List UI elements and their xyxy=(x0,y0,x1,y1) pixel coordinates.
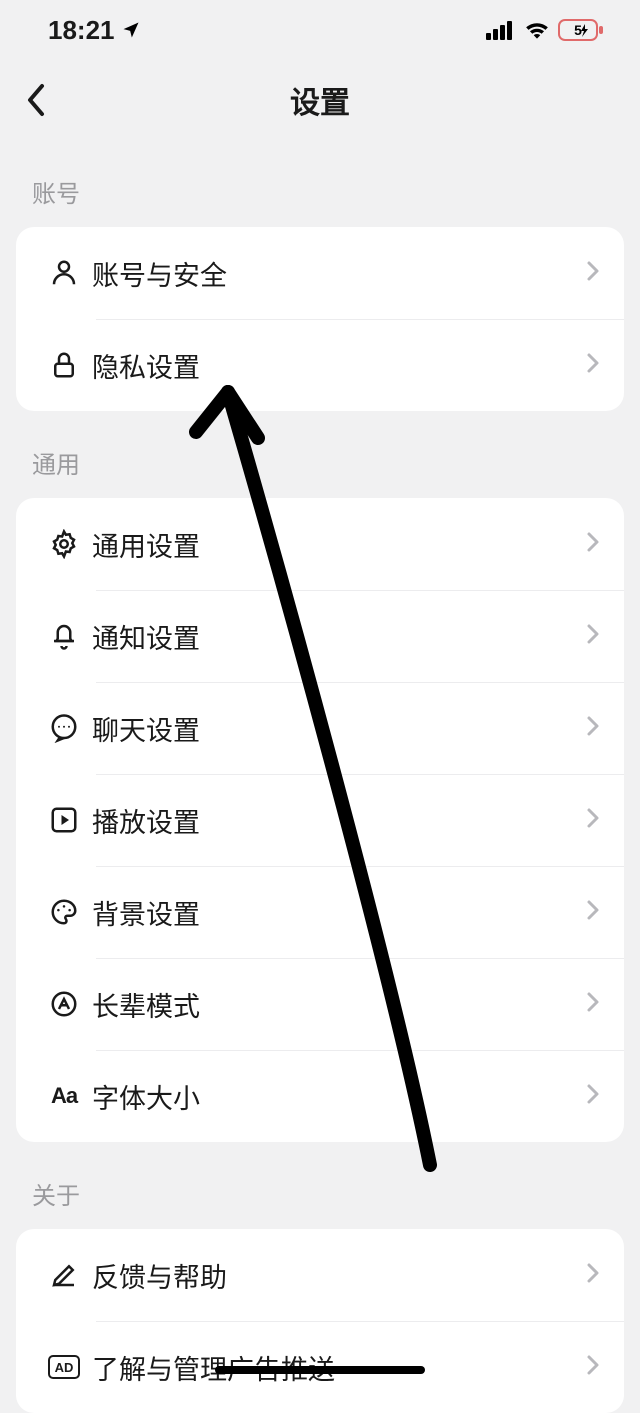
play-icon xyxy=(36,805,92,835)
cellular-icon xyxy=(486,20,516,40)
row-general[interactable]: 通用设置 xyxy=(16,498,624,590)
row-label: 隐私设置 xyxy=(92,346,586,385)
row-label: 聊天设置 xyxy=(92,709,586,748)
svg-text:AD: AD xyxy=(55,1360,74,1375)
row-background[interactable]: 背景设置 xyxy=(16,866,624,958)
row-font-size[interactable]: Aa 字体大小 xyxy=(16,1050,624,1142)
nav-header: 设置 xyxy=(0,60,640,140)
row-account-security[interactable]: 账号与安全 xyxy=(16,227,624,319)
user-icon xyxy=(36,258,92,288)
chevron-right-icon xyxy=(586,1082,600,1111)
row-label: 账号与安全 xyxy=(92,254,586,293)
row-elder-mode[interactable]: 长辈模式 xyxy=(16,958,624,1050)
chat-icon xyxy=(36,713,92,743)
home-indicator xyxy=(215,1366,425,1374)
chevron-right-icon xyxy=(586,714,600,743)
chevron-right-icon xyxy=(586,259,600,288)
chevron-right-icon xyxy=(586,530,600,559)
row-privacy[interactable]: 隐私设置 xyxy=(16,319,624,411)
svg-text:5: 5 xyxy=(574,22,582,38)
chevron-right-icon xyxy=(586,898,600,927)
row-label: 长辈模式 xyxy=(92,985,586,1024)
battery-icon: 5 xyxy=(558,19,604,41)
chevron-left-icon xyxy=(24,82,46,118)
location-icon xyxy=(121,20,141,40)
chevron-right-icon xyxy=(586,1261,600,1290)
pencil-icon xyxy=(36,1260,92,1290)
chevron-right-icon xyxy=(586,806,600,835)
bell-icon xyxy=(36,621,92,651)
wifi-icon xyxy=(524,20,550,40)
page-title: 设置 xyxy=(0,78,640,122)
chevron-right-icon xyxy=(586,990,600,1019)
gear-icon xyxy=(36,529,92,559)
row-label: 字体大小 xyxy=(92,1077,586,1116)
row-label: 通用设置 xyxy=(92,525,586,564)
elder-icon xyxy=(36,989,92,1019)
card-about: 反馈与帮助 AD 了解与管理广告推送 xyxy=(16,1229,624,1413)
card-general: 通用设置 通知设置 聊天设置 播放设置 背景设置 长辈模式 xyxy=(16,498,624,1142)
chevron-right-icon xyxy=(586,1353,600,1382)
section-label-general: 通用 xyxy=(0,411,640,498)
card-account: 账号与安全 隐私设置 xyxy=(16,227,624,411)
section-label-account: 账号 xyxy=(0,140,640,227)
section-label-about: 关于 xyxy=(0,1142,640,1229)
row-feedback[interactable]: 反馈与帮助 xyxy=(16,1229,624,1321)
row-chat[interactable]: 聊天设置 xyxy=(16,682,624,774)
row-playback[interactable]: 播放设置 xyxy=(16,774,624,866)
row-label: 播放设置 xyxy=(92,801,586,840)
chevron-right-icon xyxy=(586,622,600,651)
row-label: 通知设置 xyxy=(92,617,586,656)
status-bar: 18:21 5 xyxy=(0,0,640,60)
font-icon: Aa xyxy=(36,1083,92,1109)
ad-icon: AD xyxy=(36,1354,92,1380)
row-notification[interactable]: 通知设置 xyxy=(16,590,624,682)
lock-icon xyxy=(36,350,92,380)
palette-icon xyxy=(36,897,92,927)
chevron-right-icon xyxy=(586,351,600,380)
row-label: 反馈与帮助 xyxy=(92,1256,586,1295)
row-label: 背景设置 xyxy=(92,893,586,932)
back-button[interactable] xyxy=(0,60,70,140)
status-time: 18:21 xyxy=(48,15,115,46)
